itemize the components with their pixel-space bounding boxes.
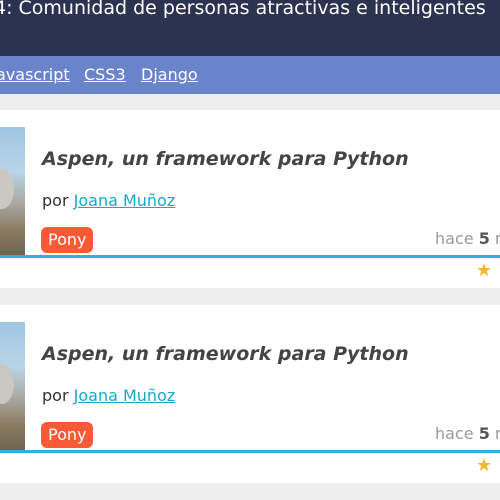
author-link[interactable]: Joana Muñoz [74, 386, 176, 405]
post-card: Aspen, un framework para Python por Joan… [0, 305, 500, 483]
star-icon[interactable]: ★ [476, 455, 492, 476]
post-thumbnail[interactable] [0, 322, 25, 450]
nav-link-django[interactable]: Django [141, 65, 198, 84]
post-byline: por Joana Muñoz [42, 191, 175, 210]
post-title[interactable]: Aspen, un framework para Python [42, 343, 409, 365]
time-value: 5 [478, 229, 490, 248]
byline-prefix: por [42, 191, 69, 210]
time-unit: m [495, 229, 500, 248]
post-card: Aspen, un framework para Python por Joan… [0, 110, 500, 288]
post-time: hace 5 m [435, 424, 500, 443]
post-time: hace 5 m [435, 229, 500, 248]
category-nav: avascript CSS3 Django [0, 56, 500, 94]
post-title[interactable]: Aspen, un framework para Python [42, 148, 409, 170]
tag-badge[interactable]: Pony [41, 422, 94, 448]
nav-link-css3[interactable]: CSS3 [84, 65, 126, 84]
time-prefix: hace [435, 229, 474, 248]
site-header: 4: Comunidad de personas atractivas e in… [0, 0, 500, 56]
star-icon[interactable]: ★ [476, 260, 492, 281]
time-prefix: hace [435, 424, 474, 443]
nav-link-javascript[interactable]: avascript [0, 65, 70, 84]
time-unit: m [495, 424, 500, 443]
time-value: 5 [478, 424, 490, 443]
post-byline: por Joana Muñoz [42, 386, 175, 405]
post-thumbnail[interactable] [0, 127, 25, 255]
author-link[interactable]: Joana Muñoz [74, 191, 176, 210]
card-divider [0, 255, 500, 258]
byline-prefix: por [42, 386, 69, 405]
tag-badge[interactable]: Pony [41, 227, 94, 253]
site-title: 4: Comunidad de personas atractivas e in… [0, 0, 486, 19]
card-divider [0, 450, 500, 453]
